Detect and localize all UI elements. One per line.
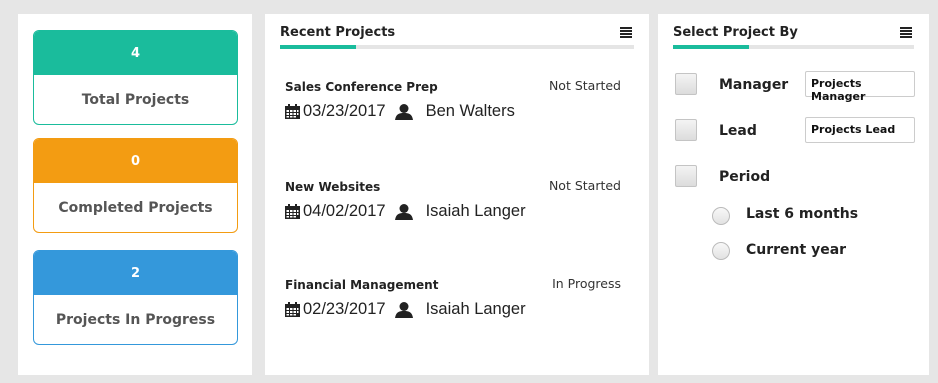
filter-panel: Select Project By Manager Projects Manag…	[658, 14, 929, 375]
lead-label: Lead	[719, 123, 757, 139]
period-option: Period	[675, 163, 917, 191]
project-meta: 04/02/2017 Isaiah Langer	[285, 202, 526, 221]
total-projects-count: 4	[34, 31, 237, 75]
recent-projects-panel: Recent Projects Sales Conference Prep No…	[265, 14, 649, 375]
project-status: In Progress	[552, 276, 621, 291]
recent-projects-title: Recent Projects	[280, 25, 396, 40]
manager-field[interactable]: Projects Manager	[805, 71, 915, 103]
project-meta: 03/23/2017 Ben Walters	[285, 102, 515, 121]
project-person: Isaiah Langer	[425, 202, 526, 220]
calendar-icon	[285, 104, 300, 119]
user-icon	[394, 103, 413, 120]
user-icon	[394, 301, 413, 318]
project-name: New Websites	[285, 180, 381, 194]
period-checkbox[interactable]	[675, 165, 697, 187]
user-icon	[394, 203, 413, 220]
lead-checkbox[interactable]	[675, 119, 697, 141]
project-date: 02/23/2017	[303, 300, 386, 318]
last-6-months-radio[interactable]	[712, 207, 730, 225]
manager-label: Manager	[719, 77, 789, 93]
completed-projects-card[interactable]: 0 Completed Projects	[33, 138, 238, 233]
in-progress-projects-card[interactable]: 2 Projects In Progress	[33, 250, 238, 345]
project-person: Isaiah Langer	[425, 300, 526, 318]
manager-option: Manager Projects Manager	[675, 71, 917, 103]
manager-checkbox[interactable]	[675, 73, 697, 95]
project-meta: 02/23/2017 Isaiah Langer	[285, 300, 526, 319]
current-year-label: Current year	[746, 242, 847, 258]
project-date: 03/23/2017	[303, 102, 386, 120]
project-name: Financial Management	[285, 278, 439, 292]
recent-projects-header: Recent Projects	[280, 14, 634, 49]
filter-header: Select Project By	[673, 14, 914, 49]
lead-field[interactable]: Projects Lead	[805, 117, 915, 143]
project-person: Ben Walters	[425, 102, 515, 120]
calendar-icon	[285, 302, 300, 317]
filter-title: Select Project By	[673, 25, 798, 40]
completed-projects-label: Completed Projects	[58, 199, 213, 216]
current-year-radio[interactable]	[712, 242, 730, 260]
header-accent-bar	[673, 45, 749, 49]
project-date: 04/02/2017	[303, 202, 386, 220]
total-projects-label: Total Projects	[81, 91, 190, 108]
lead-option: Lead Projects Lead	[675, 117, 917, 145]
period-label: Period	[719, 169, 771, 185]
calendar-icon	[285, 204, 300, 219]
stats-panel: 4 Total Projects 0 Completed Projects 2 …	[18, 14, 252, 375]
project-status: Not Started	[548, 178, 621, 193]
project-name: Sales Conference Prep	[285, 80, 438, 94]
menu-icon[interactable]	[620, 27, 632, 38]
in-progress-projects-count: 2	[34, 251, 237, 295]
in-progress-projects-label: Projects In Progress	[55, 311, 216, 328]
total-projects-card[interactable]: 4 Total Projects	[33, 30, 238, 125]
menu-icon[interactable]	[900, 27, 912, 38]
completed-projects-count: 0	[34, 139, 237, 183]
last-6-months-label: Last 6 months	[746, 206, 859, 222]
project-status: Not Started	[548, 78, 621, 93]
header-accent-bar	[280, 45, 356, 49]
